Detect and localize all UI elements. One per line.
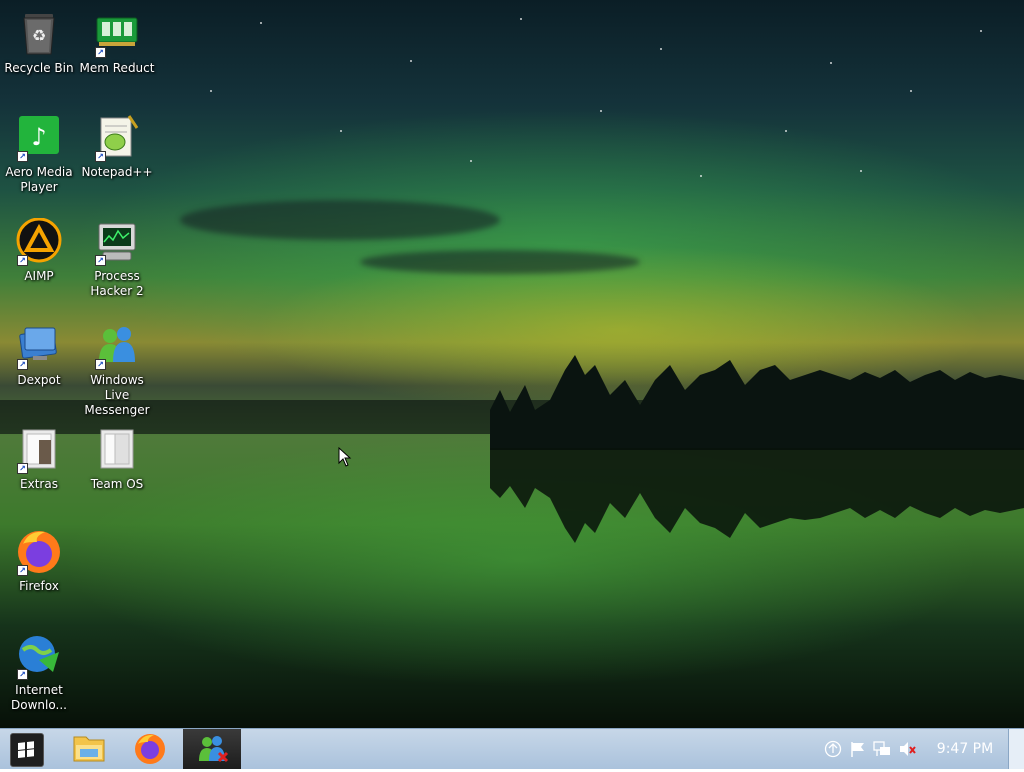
taskbar: 9:47 PM (0, 728, 1024, 769)
firefox-icon (135, 734, 165, 764)
desktop-icon-windows-live-messenger[interactable]: ↗ Windows Live Messenger (78, 322, 156, 418)
desktop-icon-mem-reduct[interactable]: ↗ Mem Reduct (78, 10, 156, 76)
star (785, 130, 787, 132)
firefox-icon: ↗ (15, 528, 63, 576)
star (660, 48, 662, 50)
desktop-icon-label: Process Hacker 2 (90, 269, 144, 298)
shortcut-arrow-icon: ↗ (17, 255, 28, 266)
desktop-icon-label: Windows Live Messenger (84, 373, 150, 417)
star (830, 62, 832, 64)
desktop-icon-team-os[interactable]: Team OS (78, 426, 156, 492)
desktop-icon-label: Internet Downlo... (11, 683, 67, 712)
mouse-cursor-icon (338, 447, 352, 467)
network-icon[interactable] (873, 740, 891, 758)
star (600, 110, 602, 112)
desktop-icon-label: Team OS (90, 477, 144, 491)
desktop-icon-process-hacker[interactable]: ↗ Process Hacker 2 (78, 218, 156, 299)
show-desktop-button[interactable] (1008, 729, 1024, 769)
taskbar-firefox-button[interactable] (121, 729, 179, 769)
star (340, 130, 342, 132)
windows-logo-icon (18, 741, 36, 759)
desktop-icon-label: Recycle Bin (4, 61, 74, 75)
shortcut-arrow-icon: ↗ (95, 151, 106, 162)
star (910, 90, 912, 92)
taskbar-file-explorer-button[interactable] (60, 729, 118, 769)
desktop-icon-label: Notepad++ (81, 165, 153, 179)
upload-arrow-icon[interactable] (824, 740, 842, 758)
star (700, 175, 702, 177)
star (980, 30, 982, 32)
start-button[interactable] (10, 733, 44, 767)
star (520, 18, 522, 20)
shortcut-arrow-icon: ↗ (17, 463, 28, 474)
treeline-reflection (490, 448, 1024, 543)
desktop-icon-aimp[interactable]: ↗ AIMP (0, 217, 78, 284)
star (260, 22, 262, 24)
desktop-icon-recycle-bin[interactable]: ♻ Recycle Bin (0, 10, 78, 76)
star (860, 170, 862, 172)
aimp-icon: ↗ (15, 217, 63, 266)
shortcut-arrow-icon: ↗ (17, 669, 28, 680)
notepad-plus-plus-icon: ↗ (93, 114, 141, 162)
desktop-icon-notepad-plus-plus[interactable]: ↗ Notepad++ (78, 114, 156, 180)
folder-icon: ↗ (15, 426, 63, 474)
shortcut-arrow-icon: ↗ (95, 359, 106, 370)
taskbar-clock[interactable]: 9:47 PM (930, 729, 1000, 769)
shortcut-arrow-icon: ↗ (17, 565, 28, 576)
internet-download-manager-icon: ↗ (15, 632, 63, 680)
desktop-icon-label: Firefox (19, 579, 59, 593)
messenger-icon: ↗ (93, 322, 141, 370)
desktop-icon-label: Extras (20, 477, 58, 491)
desktop-icon-dexpot[interactable]: ↗ Dexpot (0, 322, 78, 388)
treeline (490, 355, 1024, 450)
desktop-icon-label: Dexpot (17, 373, 61, 387)
volume-muted-icon[interactable] (898, 740, 916, 758)
shortcut-arrow-icon: ↗ (17, 151, 28, 162)
desktop-icon-label: Aero Media Player (5, 165, 73, 194)
star (210, 90, 212, 92)
desktop-icon-label: Mem Reduct (79, 61, 155, 75)
desktop-background[interactable]: ♻ Recycle Bin ↗ Mem Reduct ♪ ↗ Aero Medi (0, 0, 1024, 728)
file-explorer-icon (73, 736, 105, 762)
action-center-flag-icon[interactable] (849, 740, 867, 758)
desktop-icon-firefox[interactable]: ↗ Firefox (0, 528, 78, 594)
desktop-icon-aero-media-player[interactable]: ♪ ↗ Aero Media Player (0, 114, 78, 195)
shortcut-arrow-icon: ↗ (17, 359, 28, 370)
messenger-icon (199, 736, 229, 763)
star (470, 160, 472, 162)
shortcut-arrow-icon: ↗ (95, 255, 106, 266)
music-note-icon: ♪ ↗ (15, 114, 63, 162)
desktop-icon-internet-download-manager[interactable]: ↗ Internet Downlo... (0, 632, 78, 713)
folder-icon (93, 426, 141, 474)
desktop-icon-extras[interactable]: ↗ Extras (0, 426, 78, 492)
svg-text:♪: ♪ (31, 123, 46, 151)
cloud (180, 200, 500, 240)
process-hacker-icon: ↗ (93, 218, 141, 266)
svg-text:♻: ♻ (32, 26, 46, 45)
shortcut-arrow-icon: ↗ (95, 47, 106, 58)
desktop-icon-label: AIMP (24, 269, 54, 283)
dexpot-icon: ↗ (15, 322, 63, 370)
star (410, 60, 412, 62)
taskbar-messenger-button[interactable] (183, 729, 241, 769)
cloud (360, 250, 640, 274)
memory-icon: ↗ (93, 10, 141, 58)
recycle-bin-icon: ♻ (15, 10, 63, 58)
